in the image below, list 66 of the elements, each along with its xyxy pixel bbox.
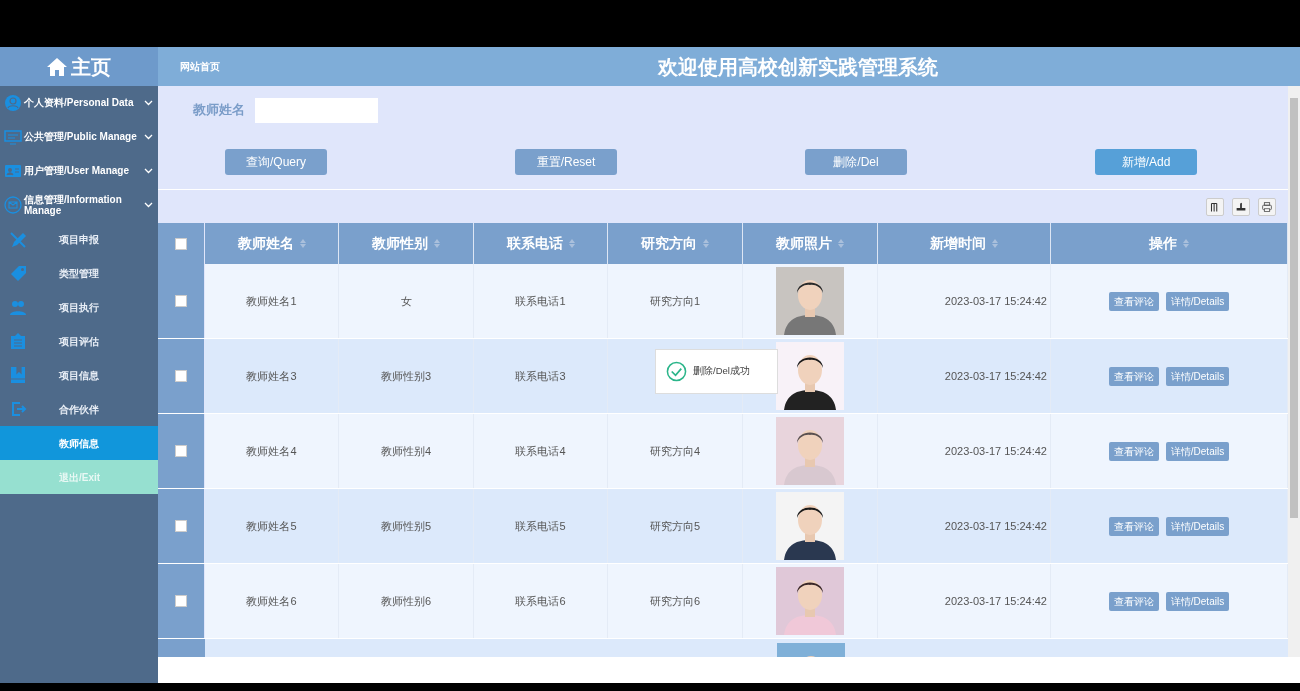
table-cell-text: 教师姓名5 [246, 518, 297, 534]
table-cell-text: 联系电话6 [515, 593, 566, 609]
column-header[interactable]: 操作 [1149, 233, 1177, 254]
sidebar-item[interactable]: 项目信息 [0, 358, 158, 392]
table-cell-text: 联系电话1 [515, 293, 566, 309]
toast: 删除/Del成功 [655, 349, 778, 394]
table-cell-text: 2023-03-17 15:24:42 [944, 293, 1047, 309]
table-cell-text: 教师姓名4 [246, 443, 297, 459]
table-cell-text: 研究方向6 [649, 593, 701, 609]
row-action-button[interactable]: 详情/Details [1165, 591, 1230, 611]
table-cell-text: 2023-03-17 15:24:42 [944, 368, 1047, 384]
sidebar-item[interactable]: 教师信息 [0, 426, 158, 460]
row-action-button[interactable]: 详情/Details [1165, 441, 1230, 461]
exit-item[interactable]: 退出/Exit [0, 460, 158, 494]
table-cell-text: 教师姓名1 [246, 293, 297, 309]
row-action-button[interactable]: 查看评论 [1108, 366, 1159, 386]
row-action-button[interactable]: 查看评论 [1108, 291, 1159, 311]
column-header[interactable]: 新增时间 [930, 233, 986, 254]
table-cell-text: 女 [400, 293, 412, 309]
table-cell-text: 研究方向1 [649, 293, 701, 309]
row-action-button[interactable]: 详情/Details [1165, 291, 1230, 311]
row-action-button[interactable]: 查看评论 [1108, 441, 1159, 461]
sidebar-item[interactable]: 项目执行 [0, 290, 158, 324]
home-link[interactable]: 主页 [0, 47, 158, 86]
table-cell-text: 联系电话5 [515, 518, 566, 534]
sidebar-menu[interactable]: 公共管理/Public Manage [0, 120, 158, 154]
sidebar-menu[interactable]: 信息管理/Information Manage [0, 188, 158, 222]
row-action-button[interactable]: 详情/Details [1165, 366, 1230, 386]
table-cell-text: 研究方向5 [649, 518, 701, 534]
sidebar-item[interactable]: 类型管理 [0, 256, 158, 290]
sidebar-item[interactable]: 项目评估 [0, 324, 158, 358]
sidebar-menu[interactable]: 用户管理/User Manage [0, 154, 158, 188]
table-cell-text: 教师性别6 [380, 593, 432, 609]
row-action-button[interactable]: 详情/Details [1165, 516, 1230, 536]
table-cell-text: 教师姓名3 [246, 368, 297, 384]
row-action-button[interactable]: 查看评论 [1108, 516, 1159, 536]
column-header[interactable]: 教师姓名 [237, 233, 294, 254]
sidebar-item[interactable]: 合作伙伴 [0, 392, 158, 426]
field-label: 教师姓名 [193, 101, 245, 120]
table-cell-text: 联系电话4 [515, 443, 566, 459]
table-cell-text: 教师性别4 [380, 443, 432, 459]
page-title: 欢迎使用高校创新实践管理系统 [658, 54, 938, 80]
table-cell-text: 2023-03-17 15:24:42 [944, 518, 1047, 534]
action-button[interactable]: 删除/Del [805, 148, 907, 175]
table-cell-text: 2023-03-17 15:24:42 [944, 593, 1047, 609]
column-header[interactable]: 教师性别 [372, 233, 428, 254]
table-cell-text: 联系电话3 [515, 368, 566, 384]
sidebar-item[interactable]: 项目申报 [0, 222, 158, 256]
table-cell-text: 教师性别3 [380, 368, 432, 384]
action-button[interactable]: 新增/Add [1095, 148, 1197, 175]
table-row[interactable]: 教师姓名5 教师性别5 联系电话5 研究方向5 2023-03-17 15:24:42 查看评论 详情/Details [158, 489, 1288, 564]
action-button[interactable]: 查询/Query [225, 148, 327, 175]
row-action-button[interactable]: 查看评论 [1108, 591, 1159, 611]
breadcrumb[interactable]: 网站首页 [180, 59, 220, 74]
table-cell-text: 研究方向4 [649, 443, 701, 459]
table-cell-text: 教师姓名6 [246, 593, 297, 609]
table-cell-text: 教师性别5 [380, 518, 432, 534]
table-cell-text: 2023-03-17 15:24:42 [944, 443, 1047, 459]
column-header[interactable]: 研究方向 [641, 233, 697, 254]
table-row[interactable]: 教师姓名4 教师性别4 联系电话4 研究方向4 2023-03-17 15:24:42 查看评论 详情/Details [158, 414, 1288, 489]
column-header[interactable]: 教师照片 [776, 233, 832, 254]
sidebar-menu[interactable]: 个人资料/Personal Data [0, 86, 158, 120]
table-row[interactable]: 教师姓名1 女 联系电话1 研究方向1 2023-03-17 15:24:42 查看评论 详情/Details [158, 264, 1288, 339]
column-header[interactable]: 联系电话 [506, 233, 563, 254]
action-button[interactable]: 重置/Reset [515, 148, 617, 175]
table-row[interactable]: 教师姓名6 教师性别6 联系电话6 研究方向6 2023-03-17 15:24:42 查看评论 详情/Details [158, 564, 1288, 639]
